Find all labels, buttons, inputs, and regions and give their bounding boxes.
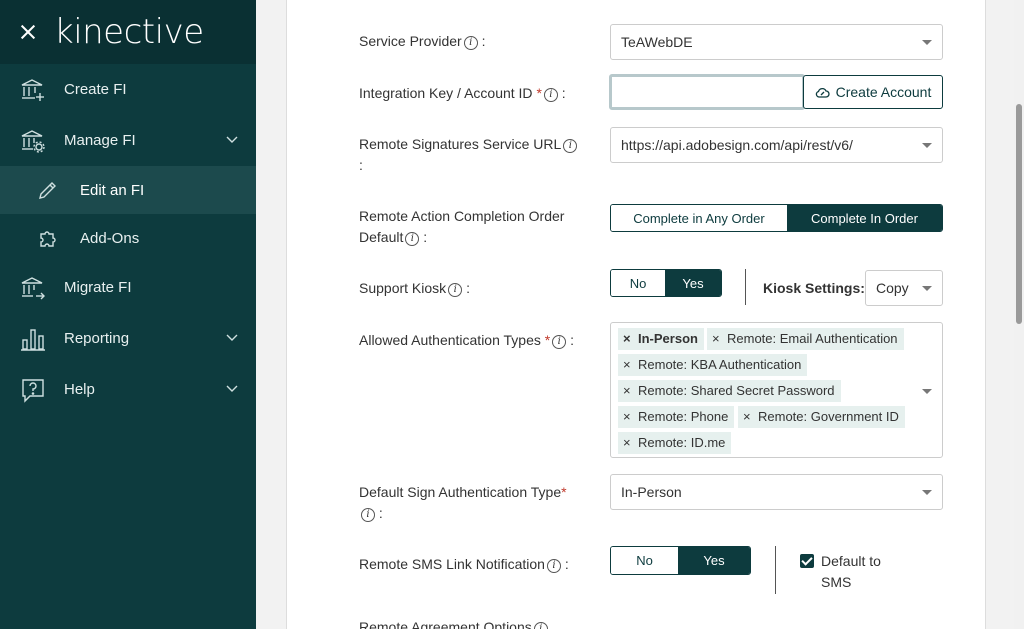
info-icon[interactable]: i <box>463 36 478 50</box>
info-icon[interactable]: i <box>448 283 463 297</box>
service-provider-label: Service Provider i : <box>359 33 486 50</box>
caret-down-icon <box>922 490 932 495</box>
sidebar-item-label: Manage FI <box>64 132 136 149</box>
scrollbar[interactable] <box>1014 0 1024 629</box>
remote-signatures-url-select[interactable]: https://api.adobesign.com/api/rest/v6/ <box>610 127 943 163</box>
sidebar-item-add-ons[interactable]: Add-Ons <box>0 214 256 262</box>
divider <box>775 546 776 594</box>
tag-kba-auth: × Remote: KBA Authentication <box>618 354 808 376</box>
sidebar-item-label: Create FI <box>64 81 127 98</box>
sidebar-item-reporting[interactable]: Reporting <box>0 313 256 364</box>
kiosk-settings-select[interactable]: Copy <box>865 270 943 306</box>
caret-down-icon <box>922 286 932 291</box>
auth-types-label: Allowed Authentication Types * i : <box>359 332 574 349</box>
bank-arrow-icon <box>21 277 45 300</box>
tag-email-auth: × Remote: Email Authentication <box>707 328 904 350</box>
auth-types-multiselect[interactable]: × In-Person × Remote: Email Authentication… <box>610 322 943 458</box>
tag-shared-secret: × Remote: Shared Secret Password <box>618 380 841 402</box>
default-to-sms-label: Default to SMS <box>821 553 881 590</box>
tag-id-me: × Remote: ID.me <box>618 432 732 454</box>
scrollbar-thumb[interactable] <box>1016 104 1022 324</box>
bank-plus-icon <box>21 79 44 101</box>
chevron-down-icon <box>226 136 238 143</box>
sidebar-item-migrate-fi[interactable]: Migrate FI <box>0 262 256 313</box>
integration-key-label: Integration Key / Account ID * i : <box>359 85 566 102</box>
agreement-options-label: Remote Agreement Options i <box>359 617 548 629</box>
info-icon[interactable]: i <box>533 622 548 629</box>
sidebar: kinective Create FI Manage FI Edit an FI… <box>0 0 256 629</box>
sidebar-item-label: Edit an FI <box>80 181 145 199</box>
default-sign-auth-label: Default Sign Authentication Type* i : <box>359 484 567 522</box>
caret-down-icon <box>922 143 932 148</box>
sidebar-item-manage-fi[interactable]: Manage FI <box>0 115 256 166</box>
support-kiosk-label: Support Kiosk i : <box>359 280 470 297</box>
main-content: Service Provider i : TeAWebDE Integration… <box>256 0 1024 629</box>
default-to-sms-checkbox[interactable] <box>800 554 814 568</box>
remove-tag-icon[interactable]: × <box>712 328 720 350</box>
close-icon[interactable] <box>18 22 38 42</box>
logo: kinective <box>54 12 204 52</box>
create-account-button[interactable]: Create Account <box>803 75 943 109</box>
info-icon[interactable]: i <box>563 139 578 153</box>
info-icon[interactable]: i <box>405 232 420 246</box>
service-provider-select[interactable]: TeAWebDE <box>610 24 943 60</box>
puzzle-icon <box>40 231 56 247</box>
divider <box>745 269 746 305</box>
sms-link-toggle: No Yes <box>610 546 751 575</box>
sms-link-label: Remote SMS Link Notification i : <box>359 556 569 573</box>
remove-tag-icon[interactable]: × <box>623 406 631 428</box>
sms-no-option[interactable]: No <box>611 547 679 574</box>
sidebar-item-label: Add-Ons <box>80 229 140 247</box>
sidebar-item-label: Reporting <box>64 330 130 347</box>
default-sign-auth-select[interactable]: In-Person <box>610 474 943 510</box>
bank-gear-icon <box>21 130 45 153</box>
support-kiosk-toggle: No Yes <box>610 269 722 297</box>
sidebar-item-help[interactable]: Help <box>0 364 256 415</box>
remove-tag-icon[interactable]: × <box>623 328 631 350</box>
tag-government-id: × Remote: Government ID <box>738 406 905 428</box>
tag-in-person: × In-Person <box>618 328 704 350</box>
question-bubble-icon <box>22 379 44 403</box>
remove-tag-icon[interactable]: × <box>623 354 631 376</box>
fi-settings-form: Service Provider i : TeAWebDE Integration… <box>286 0 986 629</box>
sidebar-header: kinective <box>0 0 256 64</box>
remove-tag-icon[interactable]: × <box>623 380 631 402</box>
complete-in-order-option[interactable]: Complete In Order <box>786 205 942 231</box>
remove-tag-icon[interactable]: × <box>743 406 751 428</box>
chevron-down-icon <box>226 334 238 341</box>
kiosk-settings-label: Kiosk Settings: <box>763 280 865 296</box>
integration-key-group: Create Account <box>609 74 943 110</box>
info-icon[interactable]: i <box>543 88 558 102</box>
cloud-edit-icon <box>815 87 830 98</box>
info-icon[interactable]: i <box>361 508 375 522</box>
kiosk-yes-option[interactable]: Yes <box>665 270 721 296</box>
sidebar-item-label: Migrate FI <box>64 279 132 296</box>
caret-down-icon <box>922 40 932 45</box>
kiosk-no-option[interactable]: No <box>611 270 666 296</box>
completion-order-label: Remote Action Completion Order Default i … <box>359 208 565 246</box>
info-icon[interactable]: i <box>552 335 567 349</box>
sidebar-item-edit-fi[interactable]: Edit an FI <box>0 166 256 214</box>
remove-tag-icon[interactable]: × <box>623 432 631 454</box>
info-icon[interactable]: i <box>546 559 561 573</box>
chevron-down-icon <box>226 385 238 392</box>
pencil-icon <box>39 182 56 199</box>
integration-key-input[interactable] <box>609 74 805 110</box>
caret-down-icon <box>922 389 932 394</box>
sidebar-item-label: Help <box>64 381 95 398</box>
complete-any-order-option[interactable]: Complete in Any Order <box>611 205 787 231</box>
sms-yes-option[interactable]: Yes <box>678 547 750 574</box>
bar-chart-icon <box>21 329 45 351</box>
sidebar-item-create-fi[interactable]: Create FI <box>0 64 256 115</box>
remote-signatures-url-label: Remote Signatures Service URL i : <box>359 134 579 176</box>
completion-order-toggle: Complete in Any Order Complete In Order <box>610 204 943 232</box>
tag-phone: × Remote: Phone <box>618 406 735 428</box>
